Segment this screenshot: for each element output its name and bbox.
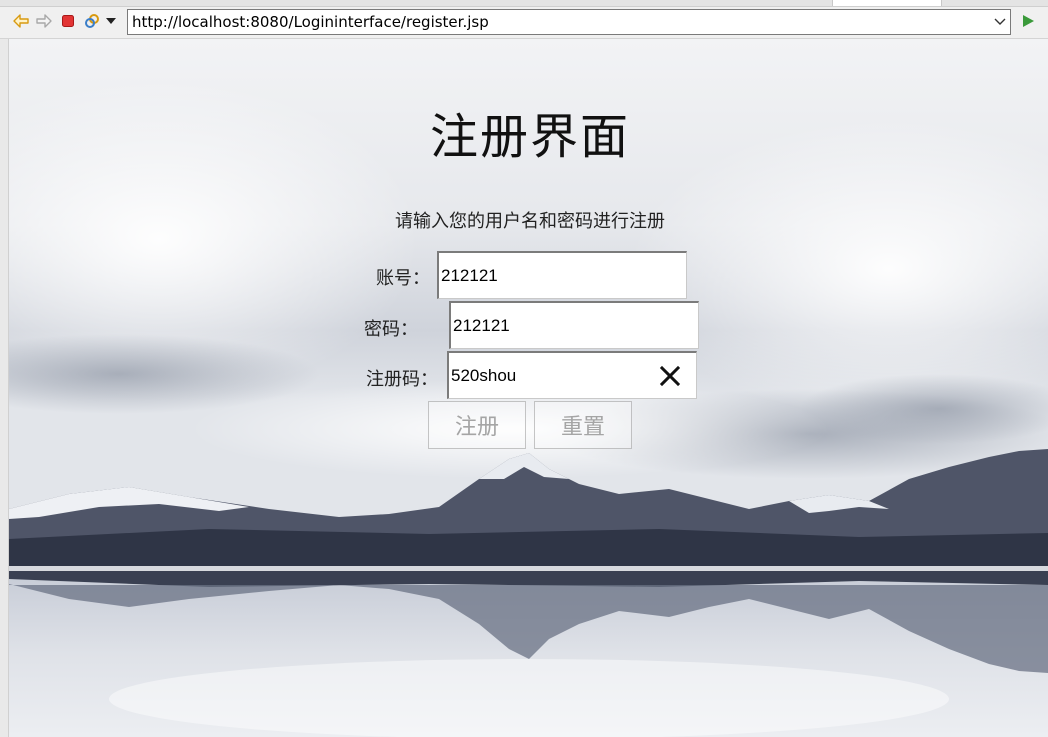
refresh-icon[interactable] — [83, 12, 101, 30]
stop-icon[interactable] — [59, 12, 77, 30]
account-input[interactable] — [437, 251, 687, 299]
menu-dropdown-icon[interactable] — [104, 12, 118, 30]
page-viewport: 注册界面 请输入您的用户名和密码进行注册 账号： 密码： 注册码： 注册 重置 — [0, 39, 1048, 737]
register-button[interactable]: 注册 — [428, 401, 526, 449]
tab-strip — [0, 0, 1048, 7]
url-dropdown-icon[interactable] — [992, 12, 1008, 32]
registration-code-label: 注册码： — [366, 369, 438, 390]
password-input[interactable] — [449, 301, 699, 349]
back-icon[interactable] — [12, 12, 30, 30]
password-label: 密码： — [364, 319, 418, 340]
url-input[interactable] — [127, 9, 1011, 35]
reset-button[interactable]: 重置 — [534, 401, 632, 449]
active-tab[interactable] — [832, 0, 942, 6]
page-subtitle: 请输入您的用户名和密码进行注册 — [395, 211, 665, 232]
clear-input-icon[interactable] — [658, 364, 682, 388]
go-icon[interactable] — [1019, 12, 1037, 30]
browser-toolbar — [0, 0, 1048, 39]
forward-icon[interactable] — [35, 12, 53, 30]
page-title: 注册界面 — [429, 109, 630, 165]
account-label: 账号： — [376, 268, 430, 289]
